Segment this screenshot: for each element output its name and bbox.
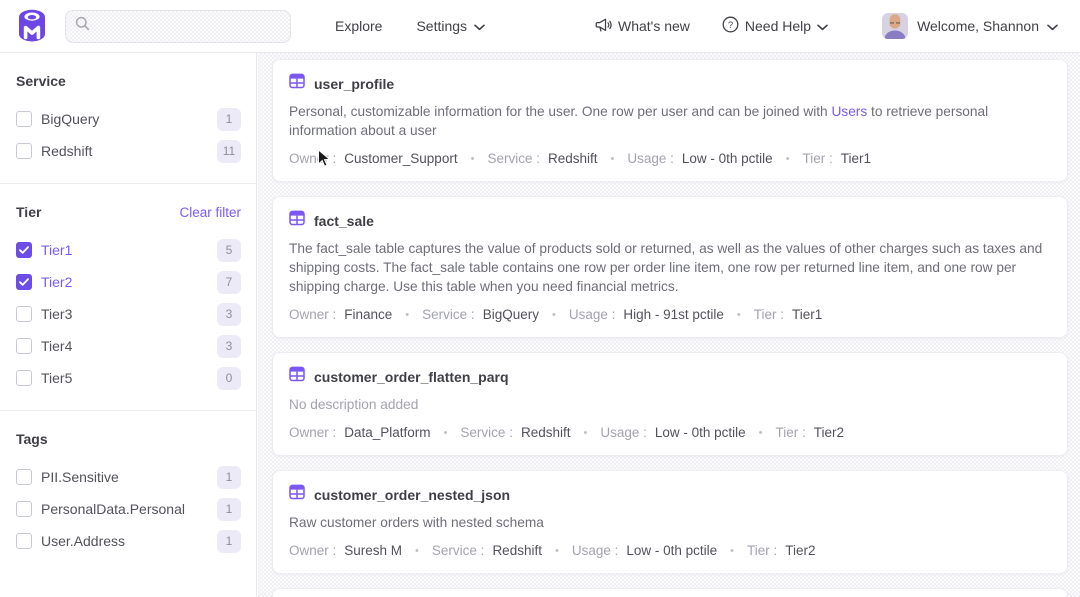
- clear-filter-link[interactable]: Clear filter: [179, 205, 241, 220]
- count-badge: 0: [217, 367, 241, 390]
- top-bar-right: What's new ? Need Help: [594, 13, 1058, 39]
- filter-option-tier3[interactable]: Tier3 3: [16, 298, 241, 330]
- megaphone-icon: [594, 16, 612, 37]
- filter-option-tier1[interactable]: Tier1 5: [16, 234, 241, 266]
- checkbox-checked[interactable]: [16, 274, 32, 290]
- table-icon: [289, 210, 305, 231]
- filter-option-bigquery[interactable]: BigQuery 1: [16, 103, 241, 135]
- need-help-menu[interactable]: ? Need Help: [722, 16, 828, 36]
- checkbox-unchecked[interactable]: [16, 338, 32, 354]
- count-badge: 1: [217, 530, 241, 553]
- filter-option-user-address[interactable]: User.Address 1: [16, 525, 241, 557]
- count-badge: 11: [217, 140, 241, 163]
- checkbox-checked[interactable]: [16, 242, 32, 258]
- dataset-description: The fact_sale table captures the value o…: [289, 239, 1051, 296]
- chevron-down-icon: [817, 18, 828, 34]
- checkbox-unchecked[interactable]: [16, 111, 32, 127]
- filter-option-tier5[interactable]: Tier5 0: [16, 362, 241, 394]
- nav-settings-label: Settings: [416, 18, 467, 34]
- dataset-description: Raw customer orders with nested schema: [289, 513, 1051, 532]
- filter-section-service: Service BigQuery 1 Redshift 11: [0, 53, 256, 183]
- count-badge: 5: [217, 239, 241, 262]
- filter-section-tier: Tier Clear filter Tier1 5 Tier2 7 Tier3 …: [0, 183, 256, 410]
- app-logo-icon[interactable]: [16, 9, 48, 43]
- count-badge: 7: [217, 271, 241, 294]
- dataset-meta: Owner :Data_Platform Service :Redshift U…: [289, 425, 1051, 440]
- table-icon: [289, 484, 305, 505]
- welcome-label: Welcome, Shannon: [917, 18, 1039, 34]
- whats-new-label: What's new: [618, 18, 690, 34]
- count-badge: 1: [217, 498, 241, 521]
- filter-option-personaldata-personal[interactable]: PersonalData.Personal 1: [16, 493, 241, 525]
- search-input[interactable]: [97, 19, 281, 34]
- checkbox-unchecked[interactable]: [16, 469, 32, 485]
- checkbox-unchecked[interactable]: [16, 533, 32, 549]
- dataset-meta: Owner :Customer_Support Service :Redshif…: [289, 151, 1051, 166]
- result-card-customer-order-nested-parq[interactable]: customer_order_nested_parq This is a raw…: [272, 588, 1068, 597]
- checkbox-unchecked[interactable]: [16, 143, 32, 159]
- count-badge: 3: [217, 303, 241, 326]
- need-help-label: Need Help: [745, 18, 811, 34]
- checkbox-unchecked[interactable]: [16, 501, 32, 517]
- section-title-tags: Tags: [16, 431, 48, 447]
- dataset-meta: Owner :Finance Service :BigQuery Usage :…: [289, 307, 1051, 322]
- user-menu[interactable]: Welcome, Shannon: [917, 18, 1058, 34]
- chevron-down-icon: [474, 18, 485, 34]
- section-title-tier: Tier: [16, 204, 41, 220]
- whats-new-button[interactable]: What's new: [594, 16, 690, 37]
- filters-sidebar: Service BigQuery 1 Redshift 11 Tier Clea…: [0, 53, 257, 597]
- count-badge: 1: [217, 466, 241, 489]
- result-card-customer-order-nested-json[interactable]: customer_order_nested_json Raw customer …: [272, 470, 1068, 574]
- dataset-meta: Owner :Suresh M Service :Redshift Usage …: [289, 543, 1051, 558]
- section-title-service: Service: [16, 73, 66, 89]
- filter-section-tags: Tags PII.Sensitive 1 PersonalData.Person…: [0, 410, 256, 573]
- results-list: user_profile Personal, customizable info…: [258, 53, 1080, 597]
- chevron-down-icon: [1047, 18, 1058, 34]
- dataset-description-empty: No description added: [289, 395, 1051, 414]
- count-badge: 1: [217, 108, 241, 131]
- dataset-title[interactable]: fact_sale: [314, 213, 374, 229]
- filter-option-tier4[interactable]: Tier4 3: [16, 330, 241, 362]
- question-circle-icon: ?: [722, 16, 739, 36]
- result-card-fact-sale[interactable]: fact_sale The fact_sale table captures t…: [272, 196, 1068, 338]
- search-icon: [75, 16, 90, 36]
- table-icon: [289, 366, 305, 387]
- svg-text:?: ?: [728, 20, 733, 31]
- filter-option-tier2[interactable]: Tier2 7: [16, 266, 241, 298]
- result-card-user-profile[interactable]: user_profile Personal, customizable info…: [272, 59, 1068, 182]
- table-icon: [289, 73, 305, 94]
- nav-settings[interactable]: Settings: [416, 18, 485, 34]
- dataset-title[interactable]: customer_order_nested_json: [314, 487, 510, 503]
- search-box[interactable]: [65, 10, 291, 43]
- filter-option-pii-sensitive[interactable]: PII.Sensitive 1: [16, 461, 241, 493]
- checkbox-unchecked[interactable]: [16, 306, 32, 322]
- dataset-title[interactable]: customer_order_flatten_parq: [314, 369, 509, 385]
- users-link[interactable]: Users: [831, 104, 867, 119]
- checkbox-unchecked[interactable]: [16, 370, 32, 386]
- filter-option-redshift[interactable]: Redshift 11: [16, 135, 241, 167]
- top-bar: Explore Settings What's new ?: [0, 0, 1080, 53]
- nav-explore[interactable]: Explore: [335, 18, 382, 34]
- result-card-customer-order-flatten-parq[interactable]: customer_order_flatten_parq No descripti…: [272, 352, 1068, 456]
- dataset-description: Personal, customizable information for t…: [289, 102, 1051, 140]
- user-avatar[interactable]: [882, 13, 908, 39]
- dataset-title[interactable]: user_profile: [314, 76, 394, 92]
- count-badge: 3: [217, 335, 241, 358]
